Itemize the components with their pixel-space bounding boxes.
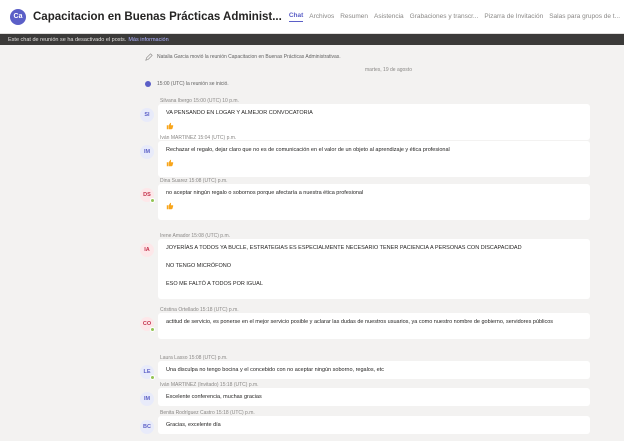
message-text: VA PENSANDO EN LOGAR Y ALMEJOR CONVOCATO… (166, 110, 313, 116)
pencil-icon (145, 53, 153, 61)
message-text: Una disculpa no tengo bocina y el conceb… (166, 367, 385, 373)
meeting-avatar[interactable]: Ca (10, 8, 26, 25)
meeting-started-text: 15:00 (UTC) la reunión se inició. (157, 81, 229, 87)
avatar[interactable]: IA (140, 243, 154, 257)
tab-3[interactable]: Asistencia (374, 13, 404, 20)
presence-dot (150, 375, 155, 380)
message-bubble: no aceptar ningún regalo o sobornos porq… (158, 184, 590, 220)
thumbs-up-icon[interactable] (166, 122, 174, 130)
avatar[interactable]: BC (140, 420, 154, 434)
presence-dot (150, 327, 155, 332)
presence-dot (150, 198, 155, 203)
message-text: Rechazar el regalo, dejar claro que no e… (166, 147, 450, 153)
message-bubble: actitud de servicio, es ponerse en el me… (158, 313, 590, 339)
banner-learn-more-link[interactable]: Más información (128, 37, 168, 43)
chat-disabled-banner: Este chat de reunión se ha desactivado e… (0, 34, 624, 45)
meeting-icon (145, 81, 151, 87)
message-text: no aceptar ningún regalo o sobornos porq… (166, 190, 364, 196)
tab-6[interactable]: Salas para grupos de t... (549, 13, 620, 20)
date-separator: martes, 19 de agosto (365, 67, 412, 73)
message-bubble: Gracias, excelente día (158, 416, 590, 434)
thumbs-up-icon[interactable] (166, 202, 174, 210)
meeting-title: Capacitacion en Buenas Prácticas Adminis… (33, 10, 282, 23)
thumbs-up-icon[interactable] (166, 159, 174, 167)
system-message-text: Natalia Garcia movió la reunión Capacita… (157, 54, 341, 60)
message-text: actitud de servicio, es ponerse en el me… (166, 319, 554, 325)
message-text: ESO ME FALTÓ A TODOS POR IGUAL (166, 281, 263, 287)
tab-2[interactable]: Resumen (340, 13, 368, 20)
message-text: NO TENGO MICRÓFONO (166, 263, 231, 269)
message-bubble: Una disculpa no tengo bocina y el conceb… (158, 361, 590, 379)
message-bubble: Excelente conferencia, muchas gracias (158, 388, 590, 406)
meeting-tabs: Chat Archivos Resumen Asistencia Grabaciones… (288, 0, 624, 34)
message-bubble: JOYERÍAS A TODOS YA BUCLE, ESTRATEGIAS E… (158, 239, 590, 299)
tab-0[interactable]: Chat (288, 12, 304, 22)
message-text: Excelente conferencia, muchas gracias (166, 394, 262, 400)
message-bubble: Rechazar el regalo, dejar claro que no e… (158, 141, 590, 177)
tab-5[interactable]: Pizarra de Invitación (484, 13, 543, 20)
avatar[interactable]: SI (140, 108, 154, 122)
tab-1[interactable]: Archivos (309, 13, 334, 20)
avatar[interactable]: IM (140, 145, 154, 159)
avatar[interactable]: IM (140, 392, 154, 406)
banner-text: Este chat de reunión se ha desactivado e… (8, 36, 127, 43)
system-message: Natalia Garcia movió la reunión Capacita… (145, 53, 341, 61)
meeting-header: Ca Capacitacion en Buenas Prácticas Admi… (0, 0, 624, 34)
tab-4[interactable]: Grabaciones y transcr... (410, 13, 479, 20)
message-text: Gracias, excelente día (166, 422, 221, 428)
message-text: JOYERÍAS A TODOS YA BUCLE, ESTRATEGIAS E… (166, 245, 522, 251)
chat-area[interactable]: Natalia Garcia movió la reunión Capacita… (0, 45, 624, 441)
meeting-started-notice: 15:00 (UTC) la reunión se inició. (145, 81, 229, 87)
